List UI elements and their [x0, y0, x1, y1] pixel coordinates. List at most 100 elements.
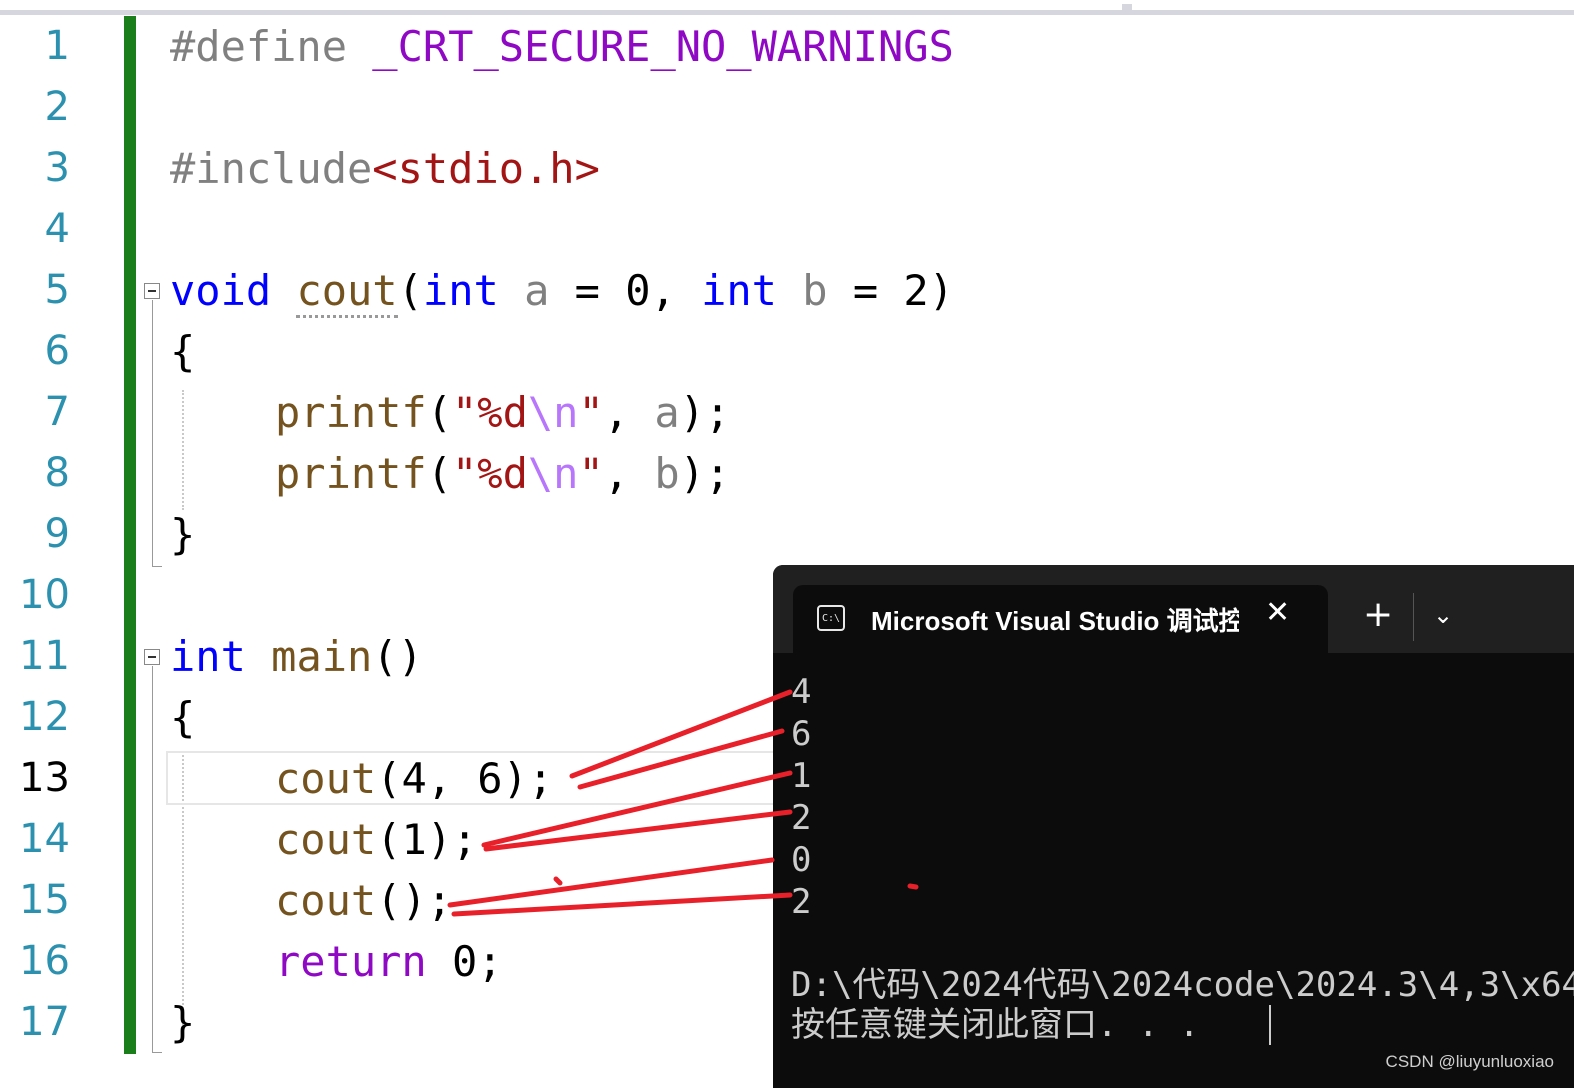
annotation-stroke [447, 857, 775, 908]
line-number: 16 [19, 938, 70, 984]
function-name: main [271, 632, 373, 681]
punctuation: ( [426, 449, 453, 498]
code-text: = 2) [827, 266, 954, 315]
line-number: 12 [19, 694, 70, 740]
line-number: 1 [44, 23, 70, 69]
code-line-1[interactable]: #define _CRT_SECURE_NO_WARNINGS [170, 16, 954, 77]
punctuation: ( [426, 388, 453, 437]
keyword: int [170, 632, 246, 681]
code-line-11[interactable]: int main() [170, 626, 423, 687]
code-line-14[interactable]: cout(1); [275, 809, 477, 870]
tab-title: Microsoft Visual Studio 调试控制台 [871, 606, 1239, 636]
punctuation: ); [679, 449, 731, 498]
collapse-icon[interactable] [144, 283, 160, 299]
function-name: cout [296, 266, 398, 318]
keyword: int [422, 266, 499, 315]
line-number: 6 [44, 328, 70, 374]
macro-name: _CRT_SECURE_NO_WARNINGS [372, 22, 954, 71]
line-number-active: 13 [19, 755, 70, 801]
outline-end [152, 566, 162, 567]
parameter: b [654, 449, 680, 498]
keyword: void [170, 266, 272, 315]
code-line-16[interactable]: return 0; [275, 931, 503, 992]
code-line-9[interactable]: } [170, 504, 195, 565]
parameter: b [802, 266, 828, 315]
code-text: (); [376, 876, 453, 925]
keyword: int [701, 266, 777, 315]
code-text: 0; [426, 937, 503, 986]
indent-guide [182, 390, 184, 510]
code-line-7[interactable]: printf("%d\n", a); [275, 382, 730, 443]
line-number: 3 [44, 145, 70, 191]
change-tracking-bar [124, 16, 136, 1054]
outline-line [152, 666, 153, 1052]
function-name: cout [275, 876, 377, 925]
console-exe-path: D:\代码\2024代码\2024code\2024.3\4,3\x64\Deb… [791, 965, 1574, 1005]
line-number: 7 [44, 389, 70, 435]
code-line-13[interactable]: cout(4, 6); [275, 748, 553, 809]
line-number: 15 [19, 877, 70, 923]
escape-sequence: \n [527, 449, 579, 498]
punctuation: () [372, 632, 423, 681]
function-name: cout [275, 754, 377, 803]
console-output-line: 2 [791, 882, 812, 922]
include-header: <stdio.h> [372, 144, 600, 193]
debug-console-window[interactable]: C:\ Microsoft Visual Studio 调试控制台 ✕ + ⌄ … [773, 565, 1574, 1088]
code-line-17[interactable]: } [170, 992, 195, 1053]
function-name: cout [275, 815, 377, 864]
tab-separator [1413, 593, 1414, 641]
code-line-6[interactable]: { [170, 321, 195, 382]
code-line-3[interactable]: #include<stdio.h> [170, 138, 600, 199]
annotation-stroke [483, 809, 793, 852]
line-number: 8 [44, 450, 70, 496]
annotation-stroke [553, 876, 563, 886]
text-cursor [1269, 1005, 1271, 1045]
string-literal: " [578, 449, 604, 498]
terminal-icon: C:\ [817, 605, 845, 631]
line-number: 14 [19, 816, 70, 862]
code-text: (1); [376, 815, 478, 864]
console-tab[interactable]: C:\ Microsoft Visual Studio 调试控制台 ✕ [793, 585, 1328, 655]
code-line-15[interactable]: cout(); [275, 870, 452, 931]
editor-top-border [0, 10, 1574, 15]
collapse-icon[interactable] [144, 649, 160, 665]
console-output-line: 6 [791, 714, 812, 754]
line-number: 17 [19, 999, 70, 1045]
line-number: 2 [44, 84, 70, 130]
outline-line [152, 300, 153, 566]
code-line-12[interactable]: { [170, 687, 195, 748]
punctuation: ); [679, 388, 731, 437]
preprocessor-directive: #define [170, 22, 373, 71]
punctuation: ( [397, 266, 423, 315]
outline-end [152, 1052, 162, 1053]
new-tab-button[interactable]: + [1363, 595, 1393, 635]
string-literal: " [578, 388, 604, 437]
scroll-marker [1122, 4, 1132, 12]
keyword: return [275, 937, 427, 986]
close-icon[interactable]: ✕ [1265, 595, 1290, 630]
escape-sequence: \n [527, 388, 579, 437]
string-literal: "%d [452, 449, 528, 498]
punctuation: , [603, 449, 655, 498]
console-output-line: 1 [791, 756, 812, 796]
function-name: printf [275, 449, 427, 498]
line-number: 10 [19, 572, 70, 618]
line-number: 11 [19, 633, 70, 679]
console-output-line: 0 [791, 840, 812, 880]
annotation-stroke [451, 892, 793, 917]
parameter: a [524, 266, 550, 315]
function-name: printf [275, 388, 427, 437]
line-number: 5 [44, 267, 70, 313]
code-text: (4, 6); [376, 754, 554, 803]
line-number: 4 [44, 206, 70, 252]
code-text: = 0, [549, 266, 702, 315]
line-number: 9 [44, 511, 70, 557]
code-line-5[interactable]: void cout(int a = 0, int b = 2) [170, 260, 954, 321]
chevron-down-icon[interactable]: ⌄ [1433, 601, 1453, 629]
string-literal: "%d [452, 388, 528, 437]
console-output-line: 4 [791, 672, 812, 712]
console-prompt: 按任意键关闭此窗口. . . [791, 1005, 1200, 1045]
parameter: a [654, 388, 680, 437]
code-line-8[interactable]: printf("%d\n", b); [275, 443, 730, 504]
watermark: CSDN @liuyunluoxiao [1385, 1052, 1554, 1071]
